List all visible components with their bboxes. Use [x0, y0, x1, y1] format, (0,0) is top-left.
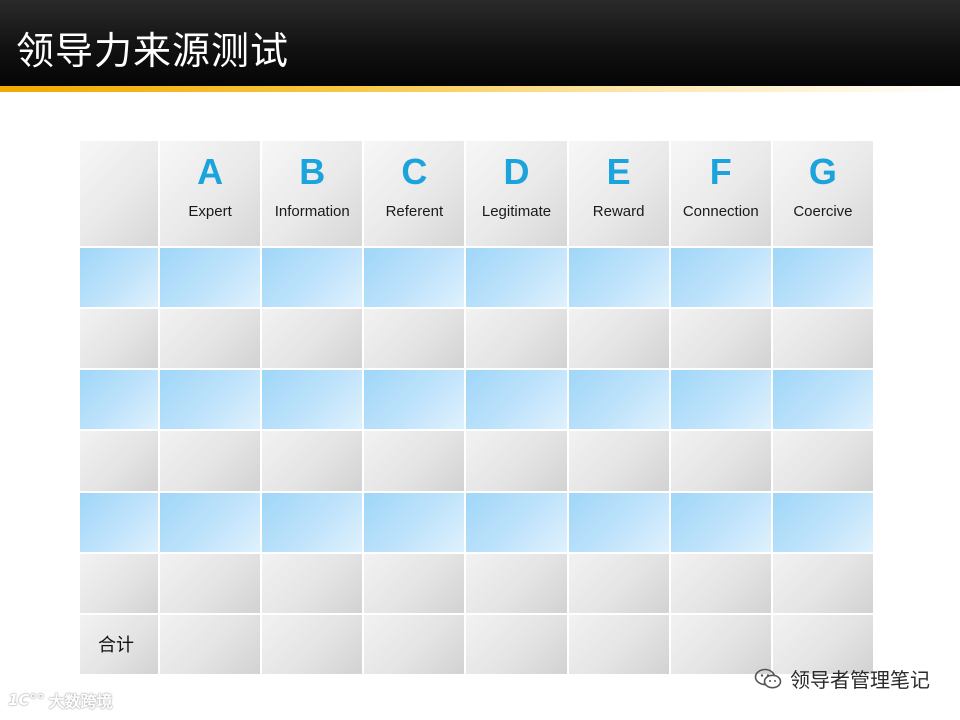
brand-logo: 1C°° — [8, 691, 45, 709]
score-table: A Expert B Information C Referent D Legi… — [80, 141, 873, 674]
column-letter: E — [606, 151, 631, 192]
table-cell — [568, 553, 669, 613]
column-label: Referent — [385, 203, 444, 220]
table-cell — [466, 553, 567, 613]
table-cell — [160, 370, 261, 430]
total-cell — [160, 614, 261, 674]
wechat-watermark: 领导者管理笔记 — [754, 664, 930, 693]
wechat-icon — [754, 668, 782, 688]
table-cell — [670, 431, 771, 491]
column-header-d: D Legitimate — [466, 141, 567, 246]
total-cell — [568, 614, 669, 674]
column-label: Coercive — [793, 203, 853, 220]
column-header-g: G Coercive — [772, 141, 873, 246]
table-cell — [364, 553, 465, 613]
table-cell — [568, 248, 669, 308]
table-cell — [364, 431, 465, 491]
column-letter: F — [709, 151, 732, 192]
column-letter: B — [299, 151, 326, 192]
table-cell — [160, 553, 261, 613]
table-cell — [772, 553, 873, 613]
column-label: Expert — [188, 203, 232, 220]
total-cell — [262, 614, 363, 674]
table-cell — [772, 370, 873, 430]
title-bar: 领导力来源测试 — [0, 0, 960, 86]
table-cell — [262, 309, 363, 369]
table-cell — [364, 370, 465, 430]
table-cell — [80, 248, 158, 308]
table-cell — [160, 248, 261, 308]
table-cell — [262, 553, 363, 613]
column-letter: D — [503, 151, 530, 192]
table-cell — [262, 248, 363, 308]
table-cell — [364, 309, 465, 369]
table-cell — [262, 431, 363, 491]
table-cell — [160, 492, 261, 552]
table-cell — [670, 370, 771, 430]
table-cell — [80, 492, 158, 552]
column-label: Connection — [682, 203, 759, 220]
column-label: Information — [274, 203, 350, 220]
table-cell — [568, 309, 669, 369]
total-cell — [364, 614, 465, 674]
column-label: Legitimate — [481, 203, 552, 220]
total-row-label: 合计 — [80, 614, 158, 674]
slide-title: 领导力来源测试 — [16, 29, 290, 73]
table-cell — [772, 248, 873, 308]
brand-text: 大数跨境 — [48, 692, 113, 711]
brand-watermark: 1C°° 大数跨境 — [8, 688, 112, 712]
table-cell — [466, 248, 567, 308]
column-header-c: C Referent — [364, 141, 465, 246]
table-cell — [466, 309, 567, 369]
table-cell — [80, 553, 158, 613]
table-cell — [160, 431, 261, 491]
table-cell — [466, 370, 567, 430]
table-cell — [262, 492, 363, 552]
column-header-e: E Reward — [568, 141, 669, 246]
table-cell — [772, 309, 873, 369]
table-cell — [568, 431, 669, 491]
table-cell — [466, 431, 567, 491]
table-cell — [670, 248, 771, 308]
column-header-a: A Expert — [160, 141, 261, 246]
column-letter: G — [808, 151, 837, 192]
table-cell — [670, 492, 771, 552]
table-cell — [568, 492, 669, 552]
table-cell — [262, 370, 363, 430]
column-letter: A — [197, 151, 224, 192]
total-cell — [466, 614, 567, 674]
accent-line — [0, 86, 960, 92]
column-letter: C — [401, 151, 428, 192]
table-cell — [466, 492, 567, 552]
column-header-f: F Connection — [670, 141, 771, 246]
table-cell — [160, 309, 261, 369]
table-cell — [80, 431, 158, 491]
column-label: Reward — [592, 203, 645, 220]
table-cell — [670, 309, 771, 369]
table-cell — [772, 492, 873, 552]
watermark-text: 领导者管理笔记 — [790, 668, 930, 692]
table-cell — [80, 370, 158, 430]
column-header-b: B Information — [262, 141, 363, 246]
table-cell — [568, 370, 669, 430]
header-corner-cell — [80, 141, 158, 246]
table-cell — [80, 309, 158, 369]
table-cell — [364, 248, 465, 308]
table-cell — [670, 553, 771, 613]
table-cell — [772, 431, 873, 491]
table-cell — [364, 492, 465, 552]
